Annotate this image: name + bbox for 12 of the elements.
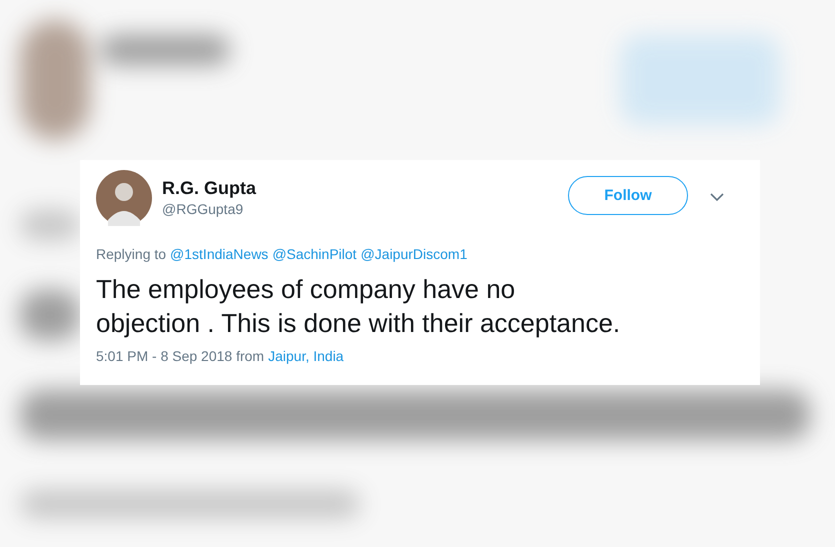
mention-link[interactable]: @SachinPilot bbox=[272, 246, 357, 262]
mention-link[interactable]: @JaipurDiscom1 bbox=[360, 246, 468, 262]
caret-icon[interactable] bbox=[710, 193, 724, 201]
location-link[interactable]: Jaipur, India bbox=[268, 348, 344, 364]
follow-button[interactable]: Follow bbox=[568, 176, 688, 215]
author-name: R.G. Gupta bbox=[162, 177, 256, 199]
tweet-timestamp: 5:01 PM - 8 Sep 2018 from bbox=[96, 348, 264, 364]
replying-label: Replying to bbox=[96, 246, 166, 262]
author-handle: @RGGupta9 bbox=[162, 200, 244, 219]
mention-link[interactable]: @1stIndiaNews bbox=[170, 246, 268, 262]
avatar-icon bbox=[96, 170, 152, 226]
tweet-text: The employees of company have no objection . This is done with their acceptance. bbox=[96, 273, 622, 340]
